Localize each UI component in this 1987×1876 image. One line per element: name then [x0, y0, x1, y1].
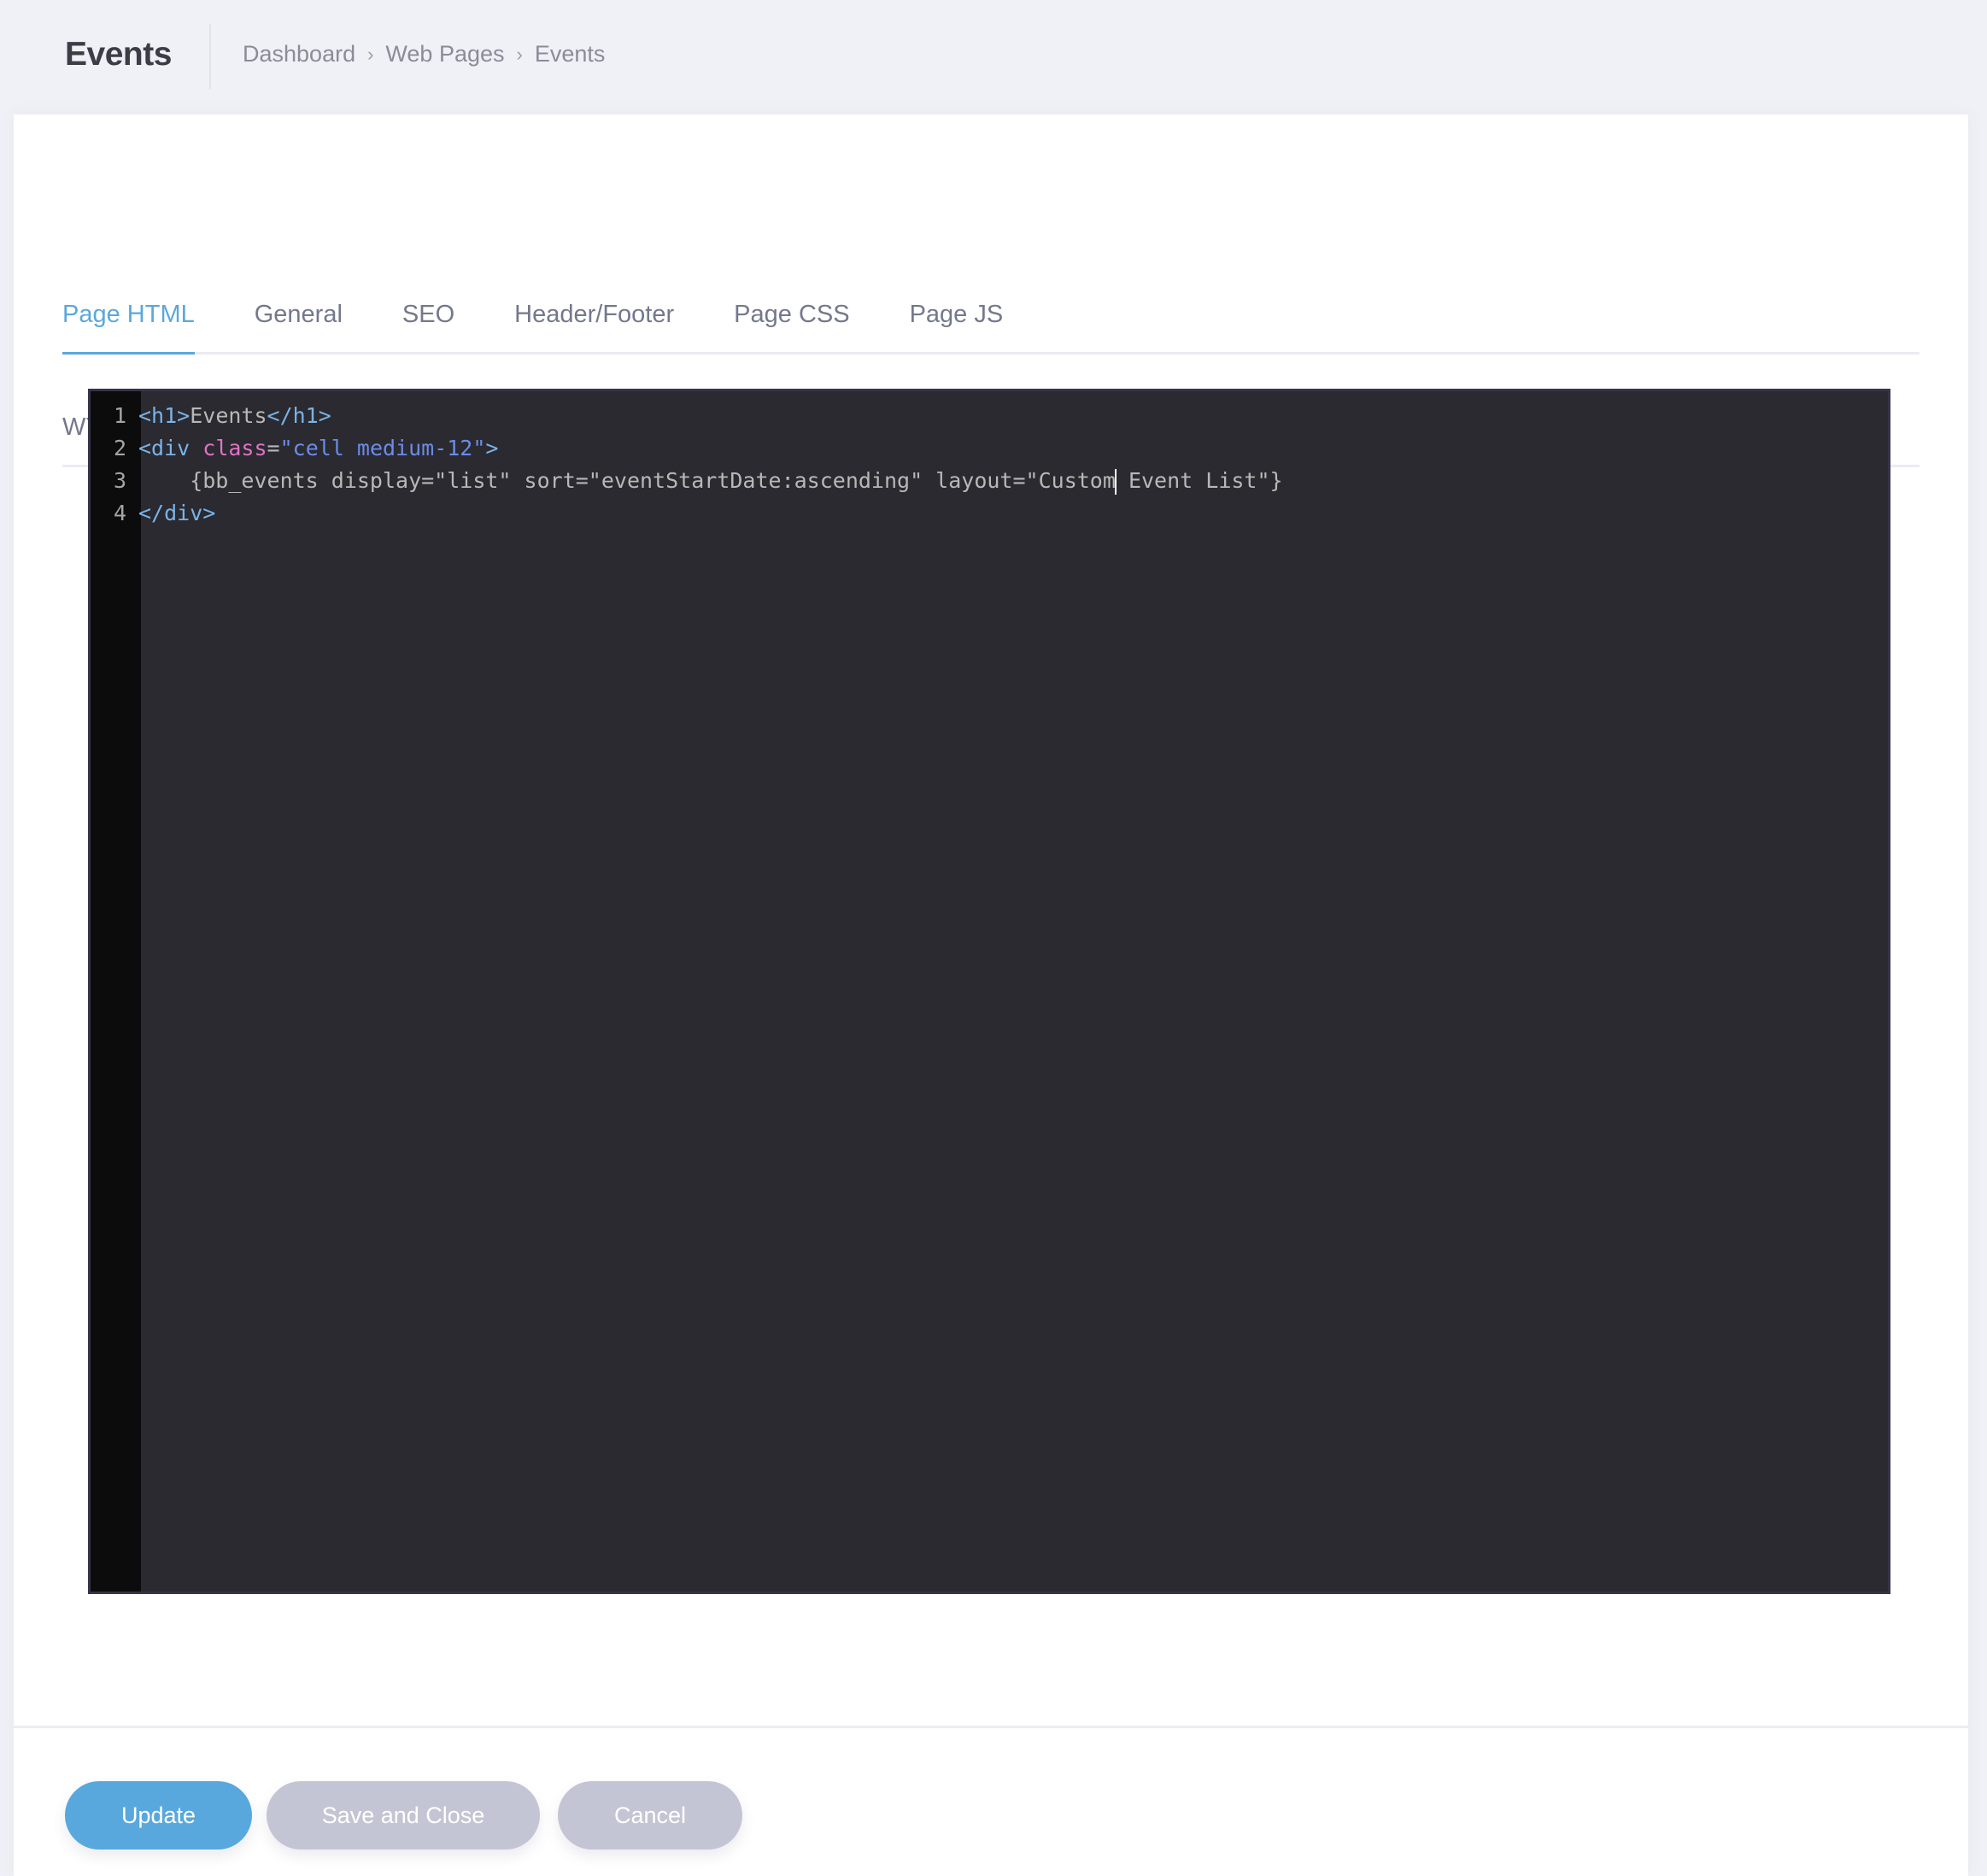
- breadcrumb: Dashboard › Web Pages › Events: [243, 41, 605, 67]
- tab-seo[interactable]: SEO: [402, 277, 454, 352]
- code-token-plain: {bb_events display="list" sort="eventSta…: [138, 468, 1116, 493]
- code-line[interactable]: 4 </div>: [91, 497, 1888, 530]
- code-editor[interactable]: 1 <h1>Events</h1> 2 <div class="cell medium…: [88, 389, 1890, 1594]
- line-number: 1: [113, 403, 126, 428]
- code-token-tag: <div: [138, 436, 203, 460]
- save-and-close-button[interactable]: Save and Close: [267, 1781, 540, 1850]
- tab-page-html[interactable]: Page HTML: [62, 277, 195, 355]
- code-token-tag: <h1>: [138, 403, 190, 428]
- code-line-text[interactable]: {bb_events display="list" sort="eventSta…: [135, 465, 1283, 497]
- code-token-tag: </div>: [138, 501, 216, 525]
- code-token-plain: Events: [190, 403, 267, 428]
- code-token-tag: >: [485, 436, 499, 460]
- tab-general[interactable]: General: [255, 277, 343, 352]
- code-token-plain: Event List"}: [1115, 468, 1283, 493]
- page-title: Events: [65, 36, 172, 73]
- line-number: 3: [113, 468, 126, 493]
- tab-page-css[interactable]: Page CSS: [734, 277, 849, 352]
- line-number: 2: [113, 436, 126, 460]
- header-divider: [209, 24, 211, 89]
- code-token-tag: </h1>: [267, 403, 331, 428]
- line-number-gutter: [91, 391, 141, 1592]
- code-line[interactable]: 2 <div class="cell medium-12">: [91, 432, 1888, 465]
- chevron-right-icon: ›: [367, 43, 374, 65]
- code-line[interactable]: 1 <h1>Events</h1>: [91, 400, 1888, 432]
- line-number: 4: [113, 501, 126, 525]
- chevron-right-icon: ›: [516, 43, 523, 65]
- page-header: Events Dashboard › Web Pages › Events: [0, 0, 1987, 114]
- code-lines[interactable]: 1 <h1>Events</h1> 2 <div class="cell medium…: [91, 400, 1888, 530]
- code-token-attr: class: [202, 436, 267, 460]
- page-editor-card: Page HTML General SEO Header/Footer Page…: [14, 114, 1968, 1876]
- update-button[interactable]: Update: [65, 1781, 252, 1850]
- breadcrumb-web-pages[interactable]: Web Pages: [385, 41, 504, 67]
- main-tabs: Page HTML General SEO Header/Footer Page…: [62, 277, 1920, 355]
- code-line-text[interactable]: <div class="cell medium-12">: [135, 432, 498, 465]
- code-line-text[interactable]: </div>: [135, 497, 215, 530]
- cancel-button[interactable]: Cancel: [558, 1781, 742, 1850]
- breadcrumb-current: Events: [534, 41, 606, 67]
- code-line[interactable]: 3 {bb_events display="list" sort="eventS…: [91, 465, 1888, 497]
- breadcrumb-dashboard[interactable]: Dashboard: [243, 41, 355, 67]
- code-token-str: "cell medium-12": [279, 436, 486, 460]
- code-line-text[interactable]: <h1>Events</h1>: [135, 400, 331, 432]
- code-token-plain: =: [267, 436, 280, 460]
- footer-divider: [14, 1726, 1968, 1728]
- tab-page-js[interactable]: Page JS: [910, 277, 1004, 352]
- tab-header-footer[interactable]: Header/Footer: [514, 277, 674, 352]
